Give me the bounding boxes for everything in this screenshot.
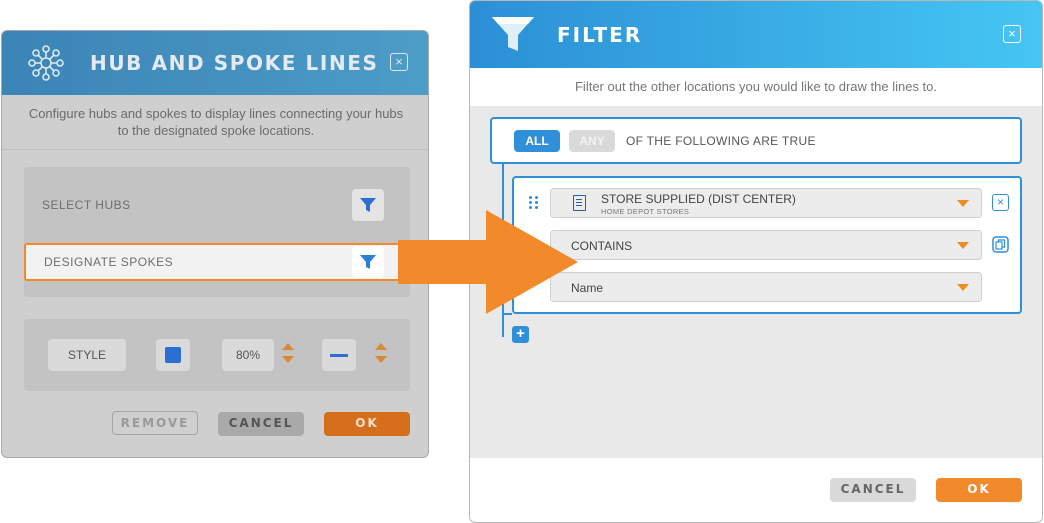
filter-dialog-header: FILTER ×: [470, 1, 1042, 68]
chevron-down-icon: [957, 242, 969, 249]
hub-dialog-header: HUB AND SPOKE LINES ×: [2, 31, 428, 95]
hub-spoke-icon: [28, 45, 64, 81]
operator-value: CONTAINS: [571, 239, 633, 253]
field-source: HOME DEPOT STORES: [601, 207, 690, 216]
filter-cancel-button[interactable]: CANCEL: [830, 478, 916, 502]
opacity-value[interactable]: 80%: [222, 339, 274, 371]
arrow-down-icon[interactable]: [375, 356, 387, 363]
designate-spokes-filter-button[interactable]: [352, 246, 384, 278]
value-dropdown[interactable]: Name: [550, 272, 982, 302]
hub-dialog-divider: [2, 149, 428, 150]
chevron-down-icon: [957, 200, 969, 207]
match-condition-bar: ALL ANY OF THE FOLLOWING ARE TRUE: [490, 117, 1022, 164]
operator-dropdown[interactable]: CONTAINS: [550, 230, 982, 260]
line-weight-icon: [330, 354, 348, 357]
flow-arrow-icon: [398, 210, 578, 314]
arrow-up-icon[interactable]: [375, 343, 387, 350]
style-label: STYLE: [48, 339, 126, 371]
hub-dialog-description: Configure hubs and spokes to display lin…: [28, 106, 404, 138]
match-any-toggle[interactable]: ANY: [569, 130, 615, 152]
filter-ok-button[interactable]: OK: [936, 478, 1022, 502]
hub-and-spoke-dialog: HUB AND SPOKE LINES × Configure hubs and…: [1, 30, 429, 458]
document-icon: [573, 195, 586, 211]
arrow-down-icon[interactable]: [282, 356, 294, 363]
chevron-down-icon: [957, 284, 969, 291]
filter-dialog-title: FILTER: [557, 23, 643, 47]
filter-icon: [360, 255, 376, 269]
line-color-picker[interactable]: [156, 339, 190, 371]
add-rule-button[interactable]: +: [512, 326, 529, 343]
hub-dialog-title: HUB AND SPOKE LINES: [90, 51, 379, 75]
filter-rule-card: STORE SUPPLIED (DIST CENTER) HOME DEPOT …: [512, 176, 1022, 314]
field-dropdown[interactable]: STORE SUPPLIED (DIST CENTER) HOME DEPOT …: [550, 188, 982, 218]
arrow-up-icon[interactable]: [282, 343, 294, 350]
line-weight-stepper[interactable]: [375, 343, 387, 367]
match-condition-text: OF THE FOLLOWING ARE TRUE: [626, 134, 816, 148]
field-name: STORE SUPPLIED (DIST CENTER): [601, 192, 796, 206]
filter-funnel-icon: [492, 17, 534, 51]
designate-spokes-row[interactable]: DESIGNATE SPOKES: [24, 243, 402, 281]
filter-dialog-close-icon[interactable]: ×: [1003, 25, 1021, 43]
line-weight-selector[interactable]: [322, 339, 356, 371]
color-swatch: [165, 347, 181, 363]
hub-cancel-button[interactable]: CANCEL: [218, 412, 304, 436]
remove-rule-icon[interactable]: ×: [992, 194, 1009, 211]
duplicate-rule-icon[interactable]: [992, 236, 1009, 253]
match-all-toggle[interactable]: ALL: [514, 130, 560, 152]
filter-icon: [360, 198, 376, 212]
hub-dialog-close-icon[interactable]: ×: [390, 53, 408, 71]
opacity-stepper[interactable]: [282, 343, 294, 367]
hub-ok-button[interactable]: OK: [324, 412, 410, 436]
select-hubs-filter-button[interactable]: [352, 189, 384, 221]
select-hubs-label: SELECT HUBS: [42, 198, 131, 212]
line-style-panel: STYLE 80%: [24, 319, 410, 391]
designate-spokes-label: DESIGNATE SPOKES: [44, 255, 174, 269]
drag-handle-icon[interactable]: [529, 196, 539, 210]
remove-button[interactable]: REMOVE: [112, 411, 198, 435]
filter-dialog-description: Filter out the other locations you would…: [574, 79, 938, 94]
